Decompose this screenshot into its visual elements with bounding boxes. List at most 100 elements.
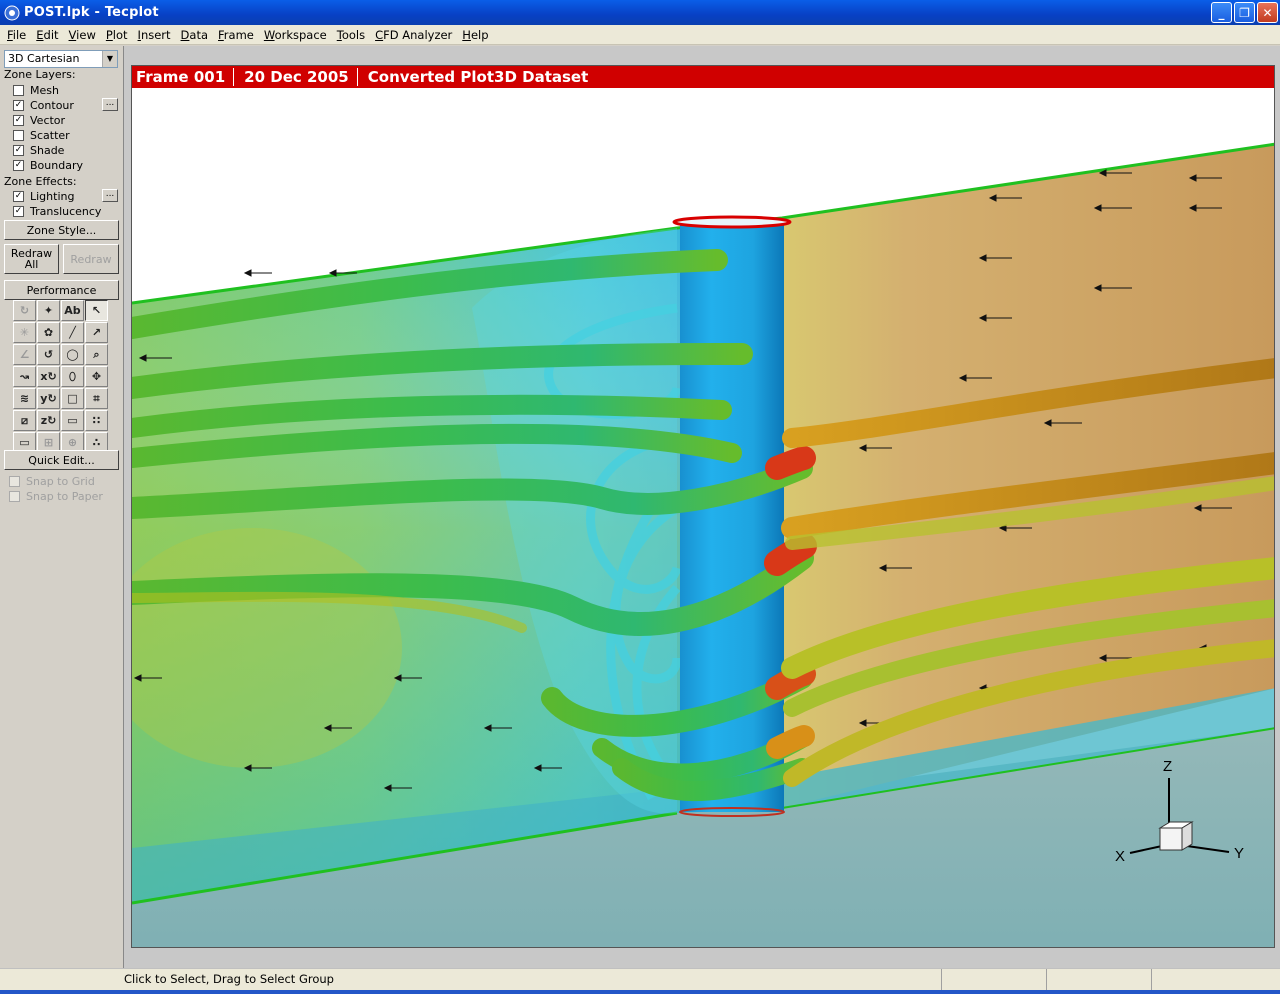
magnify-icon[interactable]: ⌕	[85, 344, 108, 365]
slice-icon[interactable]: ⧄	[13, 410, 36, 431]
lighting-checkbox[interactable]: ✓	[13, 190, 24, 202]
snap-to-grid[interactable]: Snap to Grid	[9, 474, 95, 488]
mesh-label: Mesh	[30, 83, 59, 97]
effect-lighting[interactable]: ✓ Lighting	[13, 189, 74, 203]
workspace: Frame 001 20 Dec 2005 Converted Plot3D D…	[123, 46, 1280, 968]
frame-header[interactable]: Frame 001 20 Dec 2005 Converted Plot3D D…	[132, 66, 1274, 88]
menu-insert[interactable]: Insert	[133, 28, 176, 42]
menu-view[interactable]: View	[64, 28, 101, 42]
zone-layers-label: Zone Layers:	[4, 68, 76, 81]
streamline-icon[interactable]: ↝	[13, 366, 36, 387]
contour-add-icon[interactable]: ⌗	[85, 388, 108, 409]
ellipse-icon[interactable]: ⬯	[61, 366, 84, 387]
close-button[interactable]: ✕	[1257, 2, 1278, 23]
snap-to-paper[interactable]: Snap to Paper	[9, 489, 103, 503]
translucency-label: Translucency	[30, 204, 102, 218]
z-rotate-icon[interactable]: z↻	[37, 410, 60, 431]
redraw-button[interactable]: Redraw	[63, 244, 119, 274]
translate-icon[interactable]: ✥	[85, 366, 108, 387]
text-tool-icon[interactable]: Ab	[61, 300, 84, 321]
snap-grid-label: Snap to Grid	[26, 474, 95, 488]
plot-frame[interactable]: Frame 001 20 Dec 2005 Converted Plot3D D…	[131, 65, 1275, 948]
layer-scatter[interactable]: Scatter	[13, 128, 70, 142]
taskbar-edge	[0, 990, 1280, 994]
streamtrace-icon[interactable]: ≋	[13, 388, 36, 409]
contour-checkbox[interactable]: ✓	[13, 99, 24, 111]
menu-tools[interactable]: Tools	[332, 28, 370, 42]
boundary-checkbox[interactable]: ✓	[13, 159, 24, 171]
tecplot-app-icon	[4, 5, 20, 20]
layer-contour[interactable]: ✓ Contour	[13, 98, 74, 112]
plot-type-select[interactable]: 3D Cartesian ▼	[4, 50, 118, 68]
menu-frame[interactable]: Frame	[213, 28, 259, 42]
zone-style-button[interactable]: Zone Style...	[4, 220, 119, 240]
cfd-scene[interactable]: Z X Y	[132, 88, 1275, 948]
rotate-icon[interactable]: ↺	[37, 344, 60, 365]
mesh-checkbox[interactable]	[13, 84, 24, 96]
twist-icon[interactable]: ✿	[37, 322, 60, 343]
shade-label: Shade	[30, 143, 65, 157]
snap-paper-checkbox[interactable]	[9, 490, 20, 502]
effect-translucency[interactable]: ✓ Translucency	[13, 204, 101, 218]
layer-mesh[interactable]: Mesh	[13, 83, 59, 97]
status-cell-2	[1047, 969, 1152, 990]
translucency-checkbox[interactable]: ✓	[13, 205, 24, 217]
scatter-checkbox[interactable]	[13, 129, 24, 141]
adjustor-icon[interactable]: ↗	[85, 322, 108, 343]
select-arrow-icon[interactable]: ↖	[85, 300, 108, 321]
status-text: Click to Select, Drag to Select Group	[0, 969, 942, 990]
layer-vector[interactable]: ✓ Vector	[13, 113, 65, 127]
rotate-3d-icon[interactable]: ↻	[13, 300, 36, 321]
boundary-label: Boundary	[30, 158, 83, 172]
axis-y-label: Y	[1234, 845, 1244, 862]
layer-shade[interactable]: ✓ Shade	[13, 143, 64, 157]
menu-help[interactable]: Help	[457, 28, 493, 42]
chevron-down-icon[interactable]: ▼	[102, 51, 117, 67]
x-rotate-icon[interactable]: x↻	[37, 366, 60, 387]
plot-type-value: 3D Cartesian	[8, 52, 80, 65]
snap-grid-checkbox[interactable]	[9, 475, 20, 487]
polyline-icon[interactable]: ╱	[61, 322, 84, 343]
title-bar: POST.lpk - Tecplot _ ❐ ✕	[0, 0, 1280, 25]
vector-label: Vector	[30, 113, 66, 127]
roller-ball-icon[interactable]: ✳	[13, 322, 36, 343]
menu-data[interactable]: Data	[176, 28, 213, 42]
status-bar: Click to Select, Drag to Select Group	[0, 968, 1280, 990]
probe-icon[interactable]: ∷	[85, 410, 108, 431]
circle-icon[interactable]: ◯	[61, 344, 84, 365]
window-title: POST.lpk - Tecplot	[24, 5, 159, 20]
quick-edit-button[interactable]: Quick Edit...	[4, 450, 119, 470]
axis-z-label: Z	[1163, 758, 1172, 775]
menu-edit[interactable]: Edit	[31, 28, 63, 42]
lighting-label: Lighting	[30, 189, 75, 203]
zone-effects-label: Zone Effects:	[4, 175, 77, 188]
minimize-button[interactable]: _	[1211, 2, 1232, 23]
menu-bar: File Edit View Plot Insert Data Frame Wo…	[0, 25, 1280, 45]
rectangle-icon[interactable]: ▭	[61, 410, 84, 431]
status-cell-1	[942, 969, 1047, 990]
menu-plot[interactable]: Plot	[101, 28, 133, 42]
menu-file[interactable]: File	[2, 28, 31, 42]
scatter-label: Scatter	[30, 128, 70, 142]
menu-workspace[interactable]: Workspace	[259, 28, 332, 42]
zoom-3d-icon[interactable]: ∠	[13, 344, 36, 365]
spherical-rotate-icon[interactable]: ✦	[37, 300, 60, 321]
performance-button[interactable]: Performance	[4, 280, 119, 300]
layer-boundary[interactable]: ✓ Boundary	[13, 158, 83, 172]
shade-checkbox[interactable]: ✓	[13, 144, 24, 156]
lighting-options-button[interactable]: ...	[102, 189, 118, 202]
y-rotate-icon[interactable]: y↻	[37, 388, 60, 409]
frame-date: 20 Dec 2005	[240, 68, 358, 86]
frame-dataset: Converted Plot3D Dataset	[367, 68, 589, 86]
redraw-all-button[interactable]: Redraw All	[4, 244, 59, 274]
vector-checkbox[interactable]: ✓	[13, 114, 24, 126]
menu-cfd-analyzer[interactable]: CFD Analyzer	[370, 28, 457, 42]
contour-label: Contour	[30, 98, 74, 112]
sidebar: 3D Cartesian ▼ Zone Layers: Mesh ✓ Conto…	[0, 46, 122, 968]
maximize-button[interactable]: ❐	[1234, 2, 1255, 23]
contour-options-button[interactable]: ...	[102, 98, 118, 111]
frame-name: Frame 001	[132, 68, 235, 86]
snap-paper-label: Snap to Paper	[26, 489, 103, 503]
tool-palette: ↻ ✦ Ab ↖ ✳ ✿ ╱ ↗ ∠ ↺ ◯ ⌕ ↝ x↻ ⬯ ✥ ≋ y↻ □…	[13, 300, 109, 453]
square-icon[interactable]: □	[61, 388, 84, 409]
